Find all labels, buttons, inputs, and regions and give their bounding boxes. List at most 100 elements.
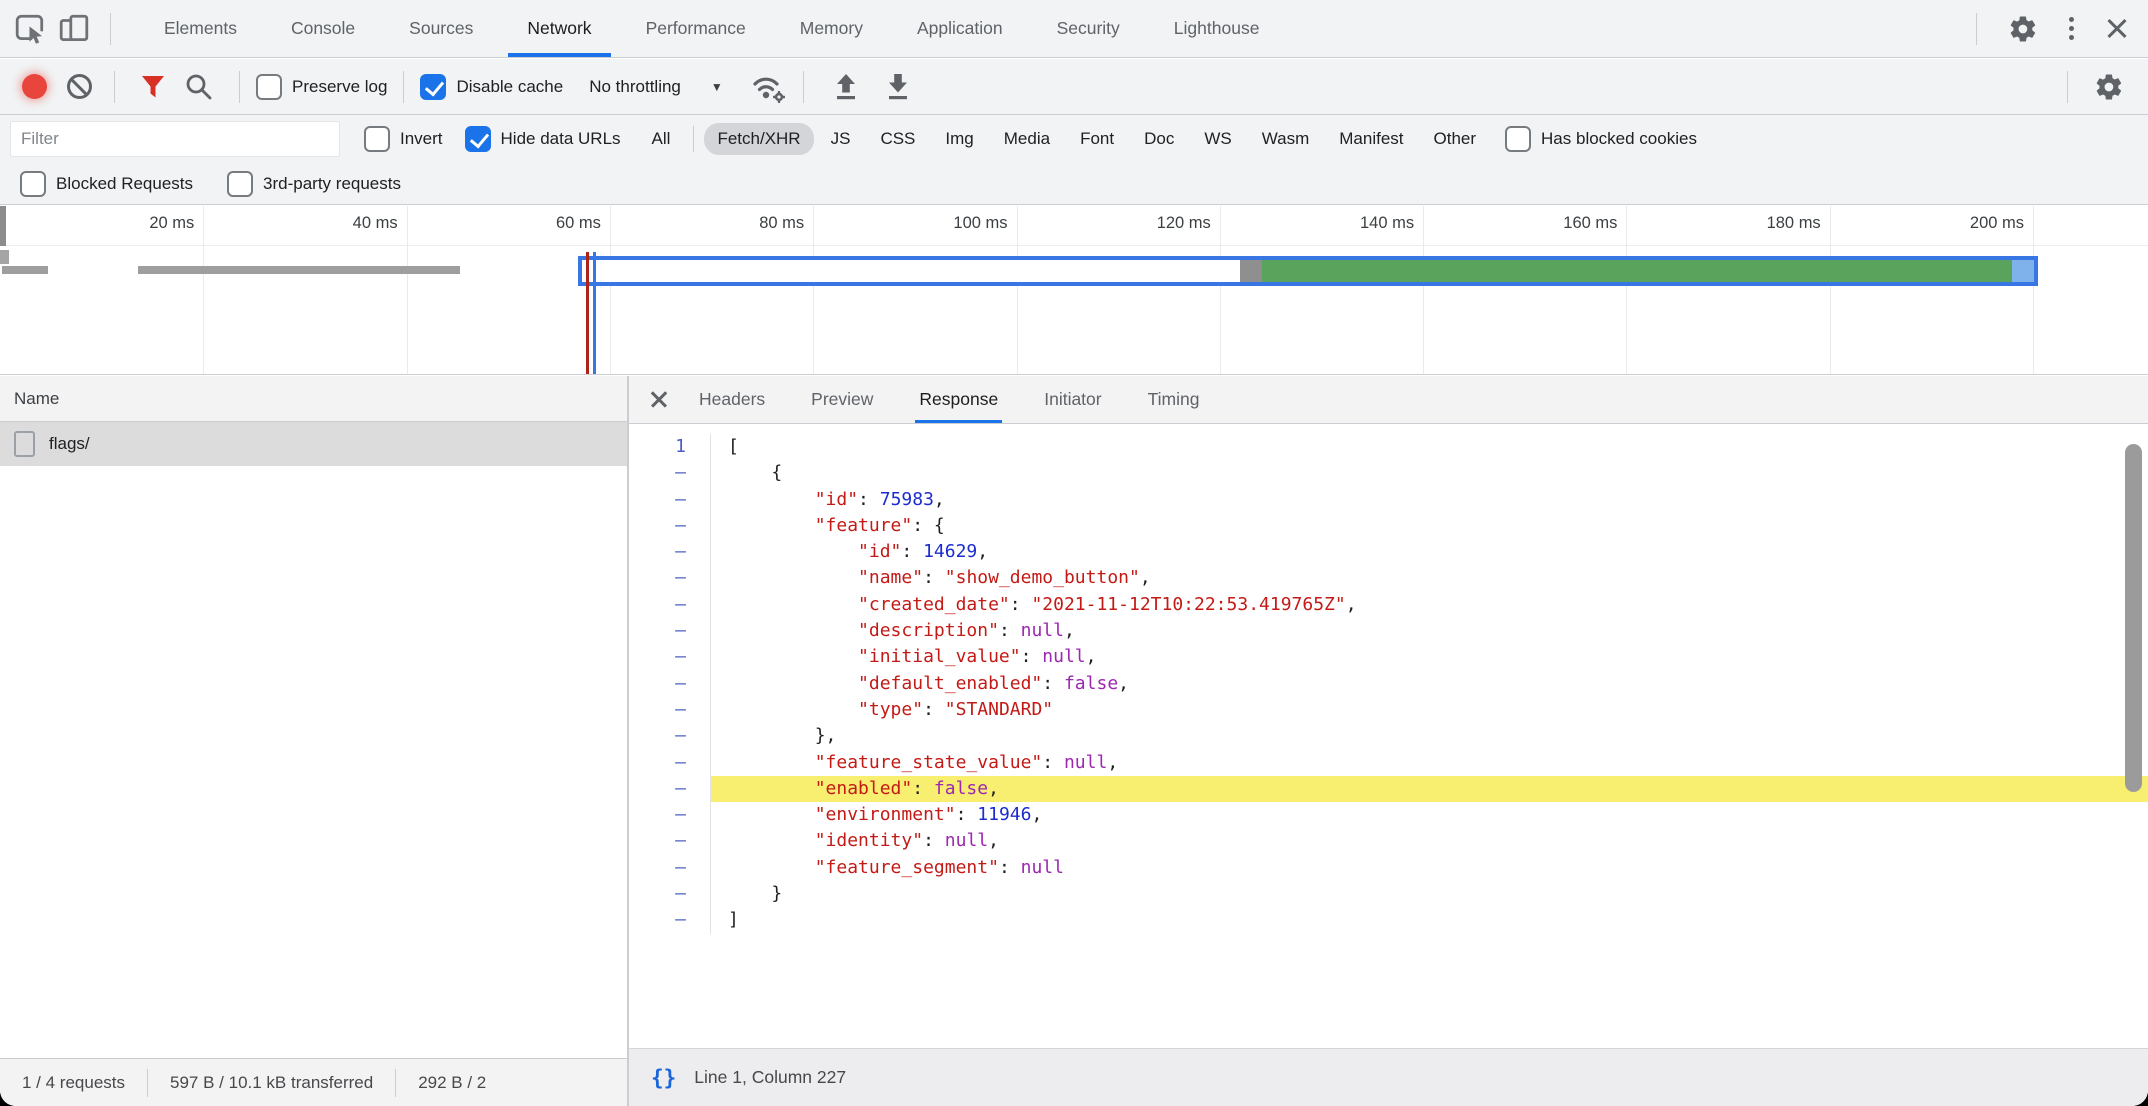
filter-category-manifest[interactable]: Manifest: [1326, 123, 1416, 155]
request-list-pane: Name flags/ 1 / 4 requests597 B / 10.1 k…: [0, 376, 629, 1106]
tab-memory[interactable]: Memory: [773, 0, 890, 57]
network-options-bar: Blocked Requests 3rd-party requests: [0, 163, 2148, 205]
close-devtools-button[interactable]: [2104, 16, 2130, 42]
detail-tab-response[interactable]: Response: [915, 376, 1002, 423]
invert-checkbox[interactable]: [364, 126, 390, 152]
tab-application[interactable]: Application: [890, 0, 1030, 57]
response-line: – "enabled": false,: [629, 776, 2148, 802]
toggle-device-toolbar-button[interactable]: [52, 7, 96, 51]
filter-category-other[interactable]: Other: [1421, 123, 1490, 155]
tab-console[interactable]: Console: [264, 0, 382, 57]
network-overview[interactable]: 20 ms40 ms60 ms80 ms100 ms120 ms140 ms16…: [0, 206, 2148, 375]
export-har-button[interactable]: [884, 72, 912, 102]
hide-data-urls-checkbox[interactable]: [465, 126, 491, 152]
detail-tab-initiator[interactable]: Initiator: [1040, 376, 1105, 423]
tab-sources[interactable]: Sources: [382, 0, 500, 57]
preserve-log-label: Preserve log: [292, 77, 387, 97]
filter-input[interactable]: [10, 121, 340, 157]
line-content: "name": "show_demo_button",: [711, 565, 2148, 591]
filter-category-all[interactable]: All: [639, 123, 684, 155]
line-content: "feature": {: [711, 513, 2148, 539]
line-gutter: –: [629, 539, 711, 565]
selected-request-waterfall-bar[interactable]: [578, 256, 2038, 286]
line-content: },: [711, 723, 2148, 749]
filter-category-wasm[interactable]: Wasm: [1249, 123, 1323, 155]
filter-category-ws[interactable]: WS: [1191, 123, 1244, 155]
detail-tab-timing[interactable]: Timing: [1144, 376, 1204, 423]
network-conditions-button[interactable]: [749, 70, 787, 104]
timeline-gridline: [1220, 206, 1221, 374]
tab-elements[interactable]: Elements: [137, 0, 264, 57]
request-type-filters: All Fetch/XHRJSCSSImgMediaFontDocWSWasmMa…: [637, 123, 1491, 155]
response-line: – "id": 75983,: [629, 487, 2148, 513]
status-item: 597 B / 10.1 kB transferred: [148, 1073, 395, 1093]
device-toolbar-icon: [58, 13, 90, 45]
gear-icon: [2008, 14, 2038, 44]
throttling-select[interactable]: No throttling ▼: [589, 77, 723, 97]
network-filter-bar: Invert Hide data URLs AllFetch/XHRJSCSSI…: [0, 115, 2148, 163]
download-icon: [884, 72, 912, 102]
filter-category-css[interactable]: CSS: [867, 123, 928, 155]
line-gutter: –: [629, 750, 711, 776]
name-column-header[interactable]: Name: [0, 376, 627, 422]
line-content: "id": 75983,: [711, 487, 2148, 513]
has-blocked-cookies-checkbox[interactable]: [1505, 126, 1531, 152]
line-gutter: –: [629, 723, 711, 749]
request-name: flags/: [49, 434, 90, 454]
timeline-gridline: [407, 206, 408, 374]
throttling-value: No throttling: [589, 77, 681, 97]
request-list-statusbar: 1 / 4 requests597 B / 10.1 kB transferre…: [0, 1058, 627, 1106]
line-gutter: –: [629, 460, 711, 486]
divider: [803, 71, 804, 103]
tab-performance[interactable]: Performance: [619, 0, 773, 57]
timeline-tick-label: 100 ms: [953, 214, 1016, 233]
timeline-tick-label: 20 ms: [149, 214, 203, 233]
detail-tabbar: Headers Preview Response Initiator Timing: [629, 376, 2148, 424]
import-har-button[interactable]: [832, 72, 860, 102]
preserve-log-checkbox[interactable]: [256, 74, 282, 100]
load-event-line: [586, 252, 589, 374]
third-party-requests-checkbox[interactable]: [227, 171, 253, 197]
more-options-button[interactable]: [2059, 11, 2084, 46]
search-button[interactable]: [185, 73, 213, 101]
filter-category-fetch-xhr[interactable]: Fetch/XHR: [704, 123, 813, 155]
filter-category-media[interactable]: Media: [991, 123, 1063, 155]
inspect-element-button[interactable]: [8, 7, 52, 51]
filter-category-js[interactable]: JS: [818, 123, 864, 155]
tab-network[interactable]: Network: [500, 0, 618, 57]
tab-lighthouse[interactable]: Lighthouse: [1147, 0, 1287, 57]
network-settings-button[interactable]: [2094, 72, 2124, 102]
detail-tab-preview[interactable]: Preview: [807, 376, 877, 423]
line-gutter: –: [629, 487, 711, 513]
timeline-tick-label: 200 ms: [1970, 214, 2033, 233]
timeline-gridline: [813, 206, 814, 374]
network-main-split: Name flags/ 1 / 4 requests597 B / 10.1 k…: [0, 376, 2148, 1106]
filter-category-doc[interactable]: Doc: [1131, 123, 1187, 155]
close-detail-icon[interactable]: [649, 390, 669, 410]
response-line: 1[: [629, 434, 2148, 460]
blocked-requests-checkbox[interactable]: [20, 171, 46, 197]
vertical-scrollbar[interactable]: [2125, 444, 2142, 792]
filter-toggle-button[interactable]: [139, 74, 167, 100]
timeline-tick-label: 160 ms: [1563, 214, 1626, 233]
line-gutter: –: [629, 802, 711, 828]
clear-button[interactable]: [67, 74, 92, 99]
response-line: – "identity": null,: [629, 828, 2148, 854]
disable-cache-checkbox[interactable]: [420, 74, 446, 100]
line-content: "default_enabled": false,: [711, 671, 2148, 697]
response-line: – "environment": 11946,: [629, 802, 2148, 828]
timeline-gridline: [1626, 206, 1627, 374]
tab-security[interactable]: Security: [1030, 0, 1147, 57]
format-braces-icon[interactable]: {}: [651, 1066, 676, 1090]
filter-category-font[interactable]: Font: [1067, 123, 1127, 155]
settings-button[interactable]: [2001, 7, 2045, 51]
response-editor[interactable]: 1[– {– "id": 75983,– "feature": {– "id":…: [629, 424, 2148, 1048]
filter-category-img[interactable]: Img: [932, 123, 986, 155]
request-row-flags[interactable]: flags/: [0, 422, 627, 466]
line-gutter: –: [629, 697, 711, 723]
timeline-tick-label: 120 ms: [1157, 214, 1220, 233]
detail-tab-headers[interactable]: Headers: [695, 376, 769, 423]
gear-icon: [2094, 72, 2124, 102]
response-line: – }: [629, 881, 2148, 907]
record-button[interactable]: [22, 74, 47, 99]
